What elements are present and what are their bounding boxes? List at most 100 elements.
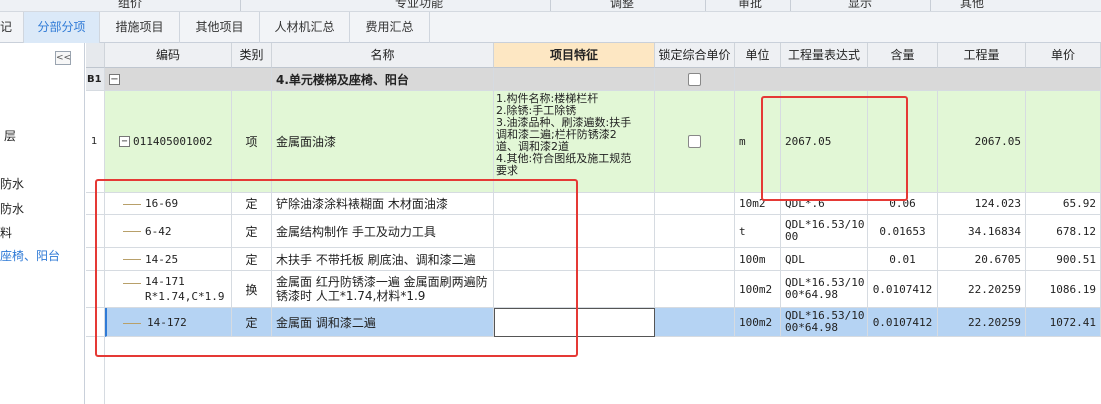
sidebar-item-stairs[interactable]: 座椅、阳台 <box>0 247 60 264</box>
feature-line: 4.其他:符合图纸及施工规范 <box>496 152 632 165</box>
quota-type: 定 <box>232 248 272 271</box>
tree-branch <box>123 323 141 324</box>
collapse-sidebar-button[interactable]: << <box>55 51 71 65</box>
quota-type: 换 <box>232 271 272 308</box>
header-qty-expr[interactable]: 工程量表达式 <box>781 43 868 68</box>
header-content[interactable]: 含量 <box>868 43 938 68</box>
features-cell <box>494 68 655 91</box>
row-label <box>86 308 105 337</box>
quota-price: 65.92 <box>1026 193 1101 215</box>
tab-resource-summary[interactable]: 人材机汇总 <box>260 12 350 43</box>
quota-content: 0.01653 <box>868 215 938 248</box>
item-features[interactable]: 1.构件名称:楼梯栏杆 2.除锈:手工除锈 3.油漆品种、刷漆遍数:扶手 调和漆… <box>494 91 655 193</box>
sidebar-item[interactable]: 防水 <box>0 175 24 192</box>
item-qty-expr[interactable]: 2067.05 <box>781 91 868 193</box>
quota-name[interactable]: 金属结构制作 手工及动力工具 <box>272 215 494 248</box>
quota-qty-expr[interactable]: QDL*.6 <box>781 193 868 215</box>
quota-lock <box>655 308 735 337</box>
tab-partial[interactable]: 记 <box>0 12 24 43</box>
menu-item[interactable]: 其他 <box>960 0 984 11</box>
header-rownum <box>86 43 105 68</box>
items-grid: 编码 类别 名称 项目特征 锁定综合单价 单位 工程量表达式 含量 工程量 单价… <box>86 43 1101 404</box>
quota-code-adjust: R*1.74,C*1.9 <box>145 290 225 303</box>
quota-type: 定 <box>232 308 272 337</box>
collapse-toggle-icon[interactable]: − <box>119 136 130 147</box>
row-label <box>86 248 105 271</box>
quota-code-cell[interactable]: 14-171 R*1.74,C*1.9 <box>105 271 232 308</box>
sidebar-item[interactable]: 防水 <box>0 200 24 217</box>
menu-item[interactable]: 组价 <box>118 0 142 11</box>
quota-quantity: 20.6705 <box>938 248 1026 271</box>
section-name: 4.单元楼梯及座椅、阳台 <box>272 68 494 91</box>
quota-price: 1072.41 <box>1026 308 1101 337</box>
quota-features[interactable] <box>494 271 655 308</box>
quota-qty-expr[interactable]: QDL <box>781 248 868 271</box>
item-code: 011405001002 <box>133 135 213 148</box>
quota-qty-expr[interactable]: QDL*16.53/1000*64.98 <box>781 308 868 337</box>
quota-price: 1086.19 <box>1026 271 1101 308</box>
header-unit[interactable]: 单位 <box>735 43 781 68</box>
quota-qty-expr[interactable]: QDL*16.53/1000 <box>781 215 868 248</box>
tab-other-items[interactable]: 其他项目 <box>180 12 260 43</box>
quota-lock <box>655 271 735 308</box>
section-toggle-cell: − <box>105 68 272 91</box>
quota-features-active[interactable] <box>494 308 655 337</box>
tab-sub-items[interactable]: 分部分项 <box>24 12 100 43</box>
quota-price: 900.51 <box>1026 248 1101 271</box>
quota-name[interactable]: 金属面 调和漆二遍 <box>272 308 494 337</box>
quota-features[interactable] <box>494 248 655 271</box>
header-type[interactable]: 类别 <box>232 43 272 68</box>
quota-name[interactable]: 金属面 红丹防锈漆一遍 金属面刷两遍防锈漆时 人工*1.74,材料*1.9 <box>272 271 494 308</box>
quota-name[interactable]: 木扶手 不带托板 刷底油、调和漆二遍 <box>272 248 494 271</box>
menu-item[interactable]: 专业功能 <box>395 0 443 11</box>
quota-features[interactable] <box>494 215 655 248</box>
header-features[interactable]: 项目特征 <box>494 43 655 68</box>
item-content <box>868 91 938 193</box>
item-name[interactable]: 金属面油漆 <box>272 91 494 193</box>
quota-qty-expr[interactable]: QDL*16.53/1000*64.98 <box>781 271 868 308</box>
menu-item[interactable]: 审批 <box>738 0 762 11</box>
quota-unit: t <box>735 215 781 248</box>
quota-content: 0.01 <box>868 248 938 271</box>
tree-branch <box>123 231 141 232</box>
lock-price-checkbox[interactable] <box>688 135 701 148</box>
item-price <box>1026 91 1101 193</box>
quota-quantity: 22.20259 <box>938 308 1026 337</box>
tab-bar: 记 分部分项 措施项目 其他项目 人材机汇总 费用汇总 <box>0 12 1101 43</box>
tree-branch <box>123 283 141 284</box>
collapse-toggle-icon[interactable]: − <box>109 73 120 85</box>
quota-unit: 100m2 <box>735 308 781 337</box>
quota-price: 678.12 <box>1026 215 1101 248</box>
quota-content: 0.0107412 <box>868 271 938 308</box>
quota-unit: 10m2 <box>735 193 781 215</box>
quota-quantity: 34.16834 <box>938 215 1026 248</box>
header-code[interactable]: 编码 <box>105 43 232 68</box>
quota-features[interactable] <box>494 193 655 215</box>
section-rest <box>735 68 1101 91</box>
header-quantity[interactable]: 工程量 <box>938 43 1026 68</box>
tab-measures[interactable]: 措施项目 <box>100 12 180 43</box>
lock-price-checkbox[interactable] <box>688 72 701 86</box>
quota-quantity: 124.023 <box>938 193 1026 215</box>
row-label <box>86 215 105 248</box>
feature-line: 要求 <box>496 164 518 177</box>
lock-checkbox-cell <box>655 68 735 91</box>
sidebar-item[interactable]: 层 <box>4 127 16 144</box>
item-unit: m <box>735 91 781 193</box>
row-label: B1 <box>86 68 105 91</box>
menu-item[interactable]: 调整 <box>610 0 634 11</box>
quota-content: 0.0107412 <box>868 308 938 337</box>
row-label <box>86 271 105 308</box>
header-name[interactable]: 名称 <box>272 43 494 68</box>
sidebar-item[interactable]: 料 <box>0 224 12 241</box>
lock-checkbox-cell <box>655 91 735 193</box>
row-label: 1 <box>86 91 105 193</box>
tab-cost-summary[interactable]: 费用汇总 <box>350 12 430 43</box>
menu-item[interactable]: 显示 <box>848 0 872 11</box>
quota-lock <box>655 193 735 215</box>
header-lock-price[interactable]: 锁定综合单价 <box>655 43 735 68</box>
quota-content: 0.06 <box>868 193 938 215</box>
header-price[interactable]: 单价 <box>1026 43 1101 68</box>
quota-name[interactable]: 铲除油漆涂料裱糊面 木材面油漆 <box>272 193 494 215</box>
sidebar: << 层 防水 防水 料 座椅、阳台 <box>0 43 85 404</box>
